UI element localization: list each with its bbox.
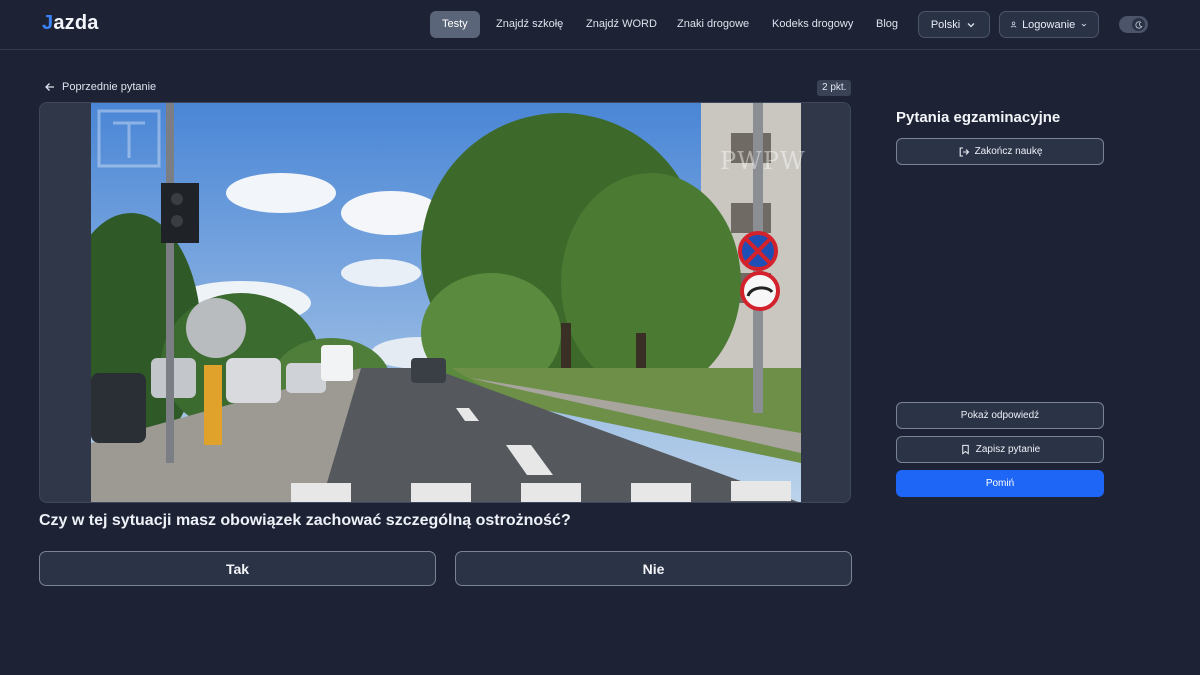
arrow-left-icon xyxy=(45,83,54,91)
points-badge: 2 pkt. xyxy=(817,80,852,96)
theme-knob xyxy=(1132,18,1145,31)
save-question-label: Zapisz pytanie xyxy=(975,444,1041,455)
nav-item-testy[interactable]: Testy xyxy=(430,11,480,38)
skip-button[interactable]: Pomiń xyxy=(896,470,1104,497)
nav-item-znajdz-szkole[interactable]: Znajdź szkołę xyxy=(484,11,575,38)
show-answer-label: Pokaż odpowiedź xyxy=(960,410,1040,421)
skip-label: Pomiń xyxy=(985,478,1015,489)
chevron-down-icon xyxy=(967,22,975,27)
logo[interactable]: Jazda xyxy=(42,12,99,35)
user-icon xyxy=(1010,21,1017,28)
sidebar-title: Pytania egzaminacyjne xyxy=(896,109,1061,126)
login-dropdown[interactable]: Logowanie xyxy=(999,11,1099,38)
pwpw-watermark: PWPW xyxy=(720,147,806,175)
bookmark-icon xyxy=(961,444,969,455)
road-scene-image xyxy=(91,103,801,502)
show-answer-button[interactable]: Pokaż odpowiedź xyxy=(896,402,1104,429)
moon-icon xyxy=(1134,20,1142,29)
top-navbar: Jazda Testy Znajdź szkołę Znajdź WORD Zn… xyxy=(0,0,1200,50)
answer-no-button[interactable]: Nie xyxy=(455,551,852,586)
previous-question-link[interactable]: Poprzednie pytanie xyxy=(44,81,156,93)
question-text: Czy w tej sytuacji masz obowiązek zachow… xyxy=(39,512,571,529)
nav-item-znaki-drogowe[interactable]: Znaki drogowe xyxy=(665,11,761,38)
login-label: Logowanie xyxy=(1022,18,1076,31)
language-label: Polski xyxy=(930,18,961,31)
question-media: PWPW xyxy=(39,102,851,503)
chevron-down-icon xyxy=(1081,23,1087,27)
save-question-button[interactable]: Zapisz pytanie xyxy=(896,436,1104,463)
end-learning-button[interactable]: Zakończ naukę xyxy=(896,138,1104,165)
nav-item-blog[interactable]: Blog xyxy=(864,11,910,38)
log-out-icon xyxy=(959,146,969,157)
previous-question-label: Poprzednie pytanie xyxy=(62,81,157,93)
end-learning-label: Zakończ naukę xyxy=(974,146,1043,157)
answer-yes-button[interactable]: Tak xyxy=(39,551,436,586)
theme-toggle[interactable] xyxy=(1119,16,1148,33)
nav-item-kodeks-drogowy[interactable]: Kodeks drogowy xyxy=(760,11,865,38)
language-select[interactable]: Polski xyxy=(918,11,990,38)
nav-item-znajdz-word[interactable]: Znajdź WORD xyxy=(574,11,669,38)
